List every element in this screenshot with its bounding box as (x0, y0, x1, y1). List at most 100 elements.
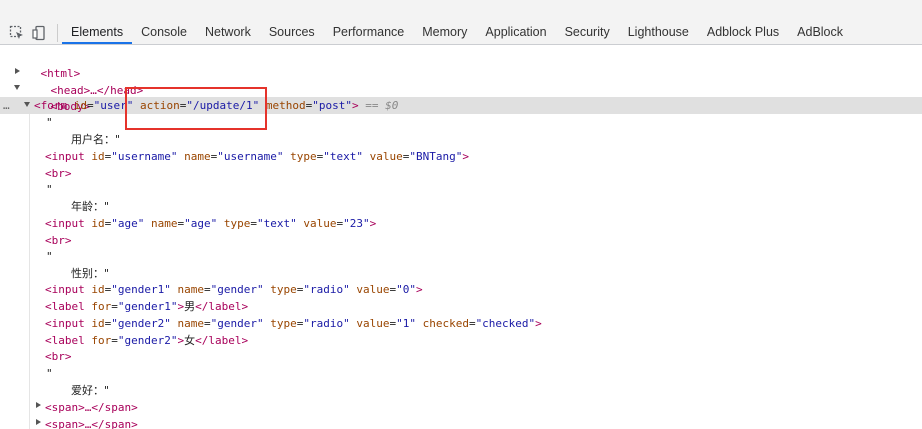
tag-span-collapsed: <span>…</span> (45, 418, 138, 429)
tag-form-open: <form (34, 99, 68, 112)
tag-br: <br> (45, 234, 72, 247)
value-type: "text" (257, 217, 297, 230)
tab-application[interactable]: Application (476, 18, 555, 44)
tag-close: > (415, 283, 423, 296)
attr-name: name (177, 283, 204, 296)
value-type: "radio" (303, 283, 350, 296)
tree-node-br[interactable]: <br> (45, 165, 72, 182)
expand-triangle-icon[interactable] (36, 402, 41, 408)
attr-type: type (270, 283, 297, 296)
label-text: 男 (184, 300, 196, 313)
value-checked: "checked" (475, 317, 536, 330)
console-ref: == $0 (365, 99, 399, 112)
node-menu-ellipsis[interactable]: … (3, 97, 10, 114)
expand-triangle-icon[interactable] (36, 419, 41, 425)
value-value: "BNTang" (409, 150, 463, 163)
attr-id: id (91, 217, 105, 230)
attr-id: id (91, 283, 105, 296)
value-value: "0" (396, 283, 416, 296)
tab-adblock[interactable]: AdBlock (788, 18, 852, 44)
attr-id: id (91, 150, 105, 163)
tree-node-label-gender1[interactable]: <label for="gender1">男</label> (45, 298, 248, 315)
attr-name: name (177, 317, 204, 330)
tab-sources[interactable]: Sources (260, 18, 324, 44)
tree-node-br[interactable]: <br> (45, 348, 72, 365)
label-text: 女 (184, 334, 196, 347)
tag-br: <br> (45, 167, 72, 180)
expand-triangle-icon[interactable] (15, 68, 20, 74)
tree-node-input-gender2[interactable]: <input id="gender2" name="gender" type="… (45, 315, 542, 332)
tag-input: <input (45, 217, 85, 230)
tab-network[interactable]: Network (196, 18, 260, 44)
collapse-triangle-icon[interactable] (14, 85, 20, 90)
text-node-quote[interactable]: " (46, 365, 53, 382)
tree-node-label-gender2[interactable]: <label for="gender2">女</label> (45, 332, 248, 349)
tree-node-span[interactable]: <span>…</span> (45, 416, 138, 429)
value-name: "gender" (210, 317, 264, 330)
attr-value: value (303, 217, 337, 230)
inspect-element-icon[interactable] (9, 25, 25, 41)
tag-label-end: </label> (195, 334, 249, 347)
toolbar-divider (57, 24, 58, 42)
tab-performance[interactable]: Performance (324, 18, 414, 44)
attr-value: value (356, 283, 390, 296)
attr-id: id (91, 317, 105, 330)
attr-method: method (265, 99, 306, 112)
tag-form-close: > (351, 99, 359, 112)
tab-lighthouse[interactable]: Lighthouse (619, 18, 698, 44)
tree-node-input-age[interactable]: <input id="age" name="age" type="text" v… (45, 215, 376, 232)
value-id: "age" (111, 217, 145, 230)
value-id: "gender2" (111, 317, 171, 330)
panel-tabs: Elements Console Network Sources Perform… (62, 18, 852, 45)
text-node-hobby-label[interactable]: 爱好：" (71, 382, 109, 399)
tab-memory[interactable]: Memory (413, 18, 476, 44)
attr-id: id (73, 99, 87, 112)
tree-node-br[interactable]: <br> (45, 232, 72, 249)
tag-input: <input (45, 317, 85, 330)
tree-indent-guide (29, 114, 30, 429)
text-node-age-label[interactable]: 年龄：" (71, 198, 109, 215)
tab-adblock-plus[interactable]: Adblock Plus (698, 18, 788, 44)
value-for: "gender1" (117, 300, 178, 313)
tree-node-input-username[interactable]: <input id="username" name="username" typ… (45, 148, 469, 165)
tree-node-body[interactable]: <body> (24, 81, 91, 113)
value-value: "1" (396, 317, 416, 330)
attr-checked: checked (422, 317, 469, 330)
value-value: "23" (343, 217, 370, 230)
tag-close: > (462, 150, 469, 163)
tree-node-html[interactable]: <html> (14, 48, 81, 80)
text-node-username-label[interactable]: 用户名：" (71, 131, 120, 148)
attr-for: for (91, 300, 112, 313)
value-name: "age" (184, 217, 218, 230)
attr-for: for (91, 334, 112, 347)
text-node-quote[interactable]: " (46, 248, 53, 265)
text-node-gender-label[interactable]: 性别：" (71, 265, 109, 282)
attr-name: name (151, 217, 178, 230)
tag-close: > (535, 317, 542, 330)
tag-span-collapsed: <span>…</span> (45, 401, 138, 414)
tag-label-end: </label> (195, 300, 249, 313)
tree-node-head[interactable]: <head>…</head> (24, 65, 144, 97)
attr-name: name (184, 150, 211, 163)
tree-node-input-gender1[interactable]: <input id="gender1" name="gender" type="… (45, 281, 423, 298)
attr-type: type (290, 150, 317, 163)
devtools-toolbar: Elements Console Network Sources Perform… (0, 0, 922, 45)
tab-elements[interactable]: Elements (62, 18, 133, 44)
text-node-quote[interactable]: " (46, 114, 53, 131)
tag-input: <input (45, 283, 85, 296)
collapse-triangle-icon[interactable] (24, 102, 30, 107)
tree-node-span[interactable]: <span>…</span> (45, 399, 138, 416)
text-node-quote[interactable]: " (46, 181, 53, 198)
tab-console[interactable]: Console (132, 18, 196, 44)
device-toolbar-icon[interactable] (32, 25, 48, 41)
attr-value: value (356, 317, 390, 330)
value-id: "username" (111, 150, 178, 163)
tag-br: <br> (45, 350, 72, 363)
tag-input: <input (45, 150, 85, 163)
tag-label: <label (45, 300, 85, 313)
value-name: "gender" (210, 283, 264, 296)
value-method: "post" (312, 99, 352, 112)
tab-security[interactable]: Security (556, 18, 619, 44)
value-type: "radio" (303, 317, 350, 330)
tag-close: > (369, 217, 377, 230)
